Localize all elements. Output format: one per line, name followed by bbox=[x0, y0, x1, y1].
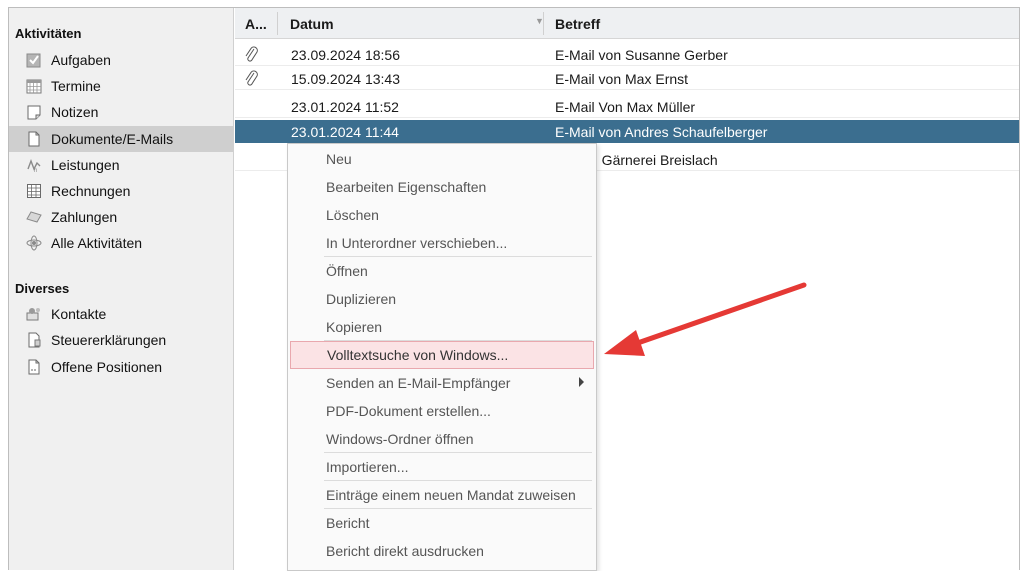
annotation-arrow-icon bbox=[604, 282, 807, 356]
